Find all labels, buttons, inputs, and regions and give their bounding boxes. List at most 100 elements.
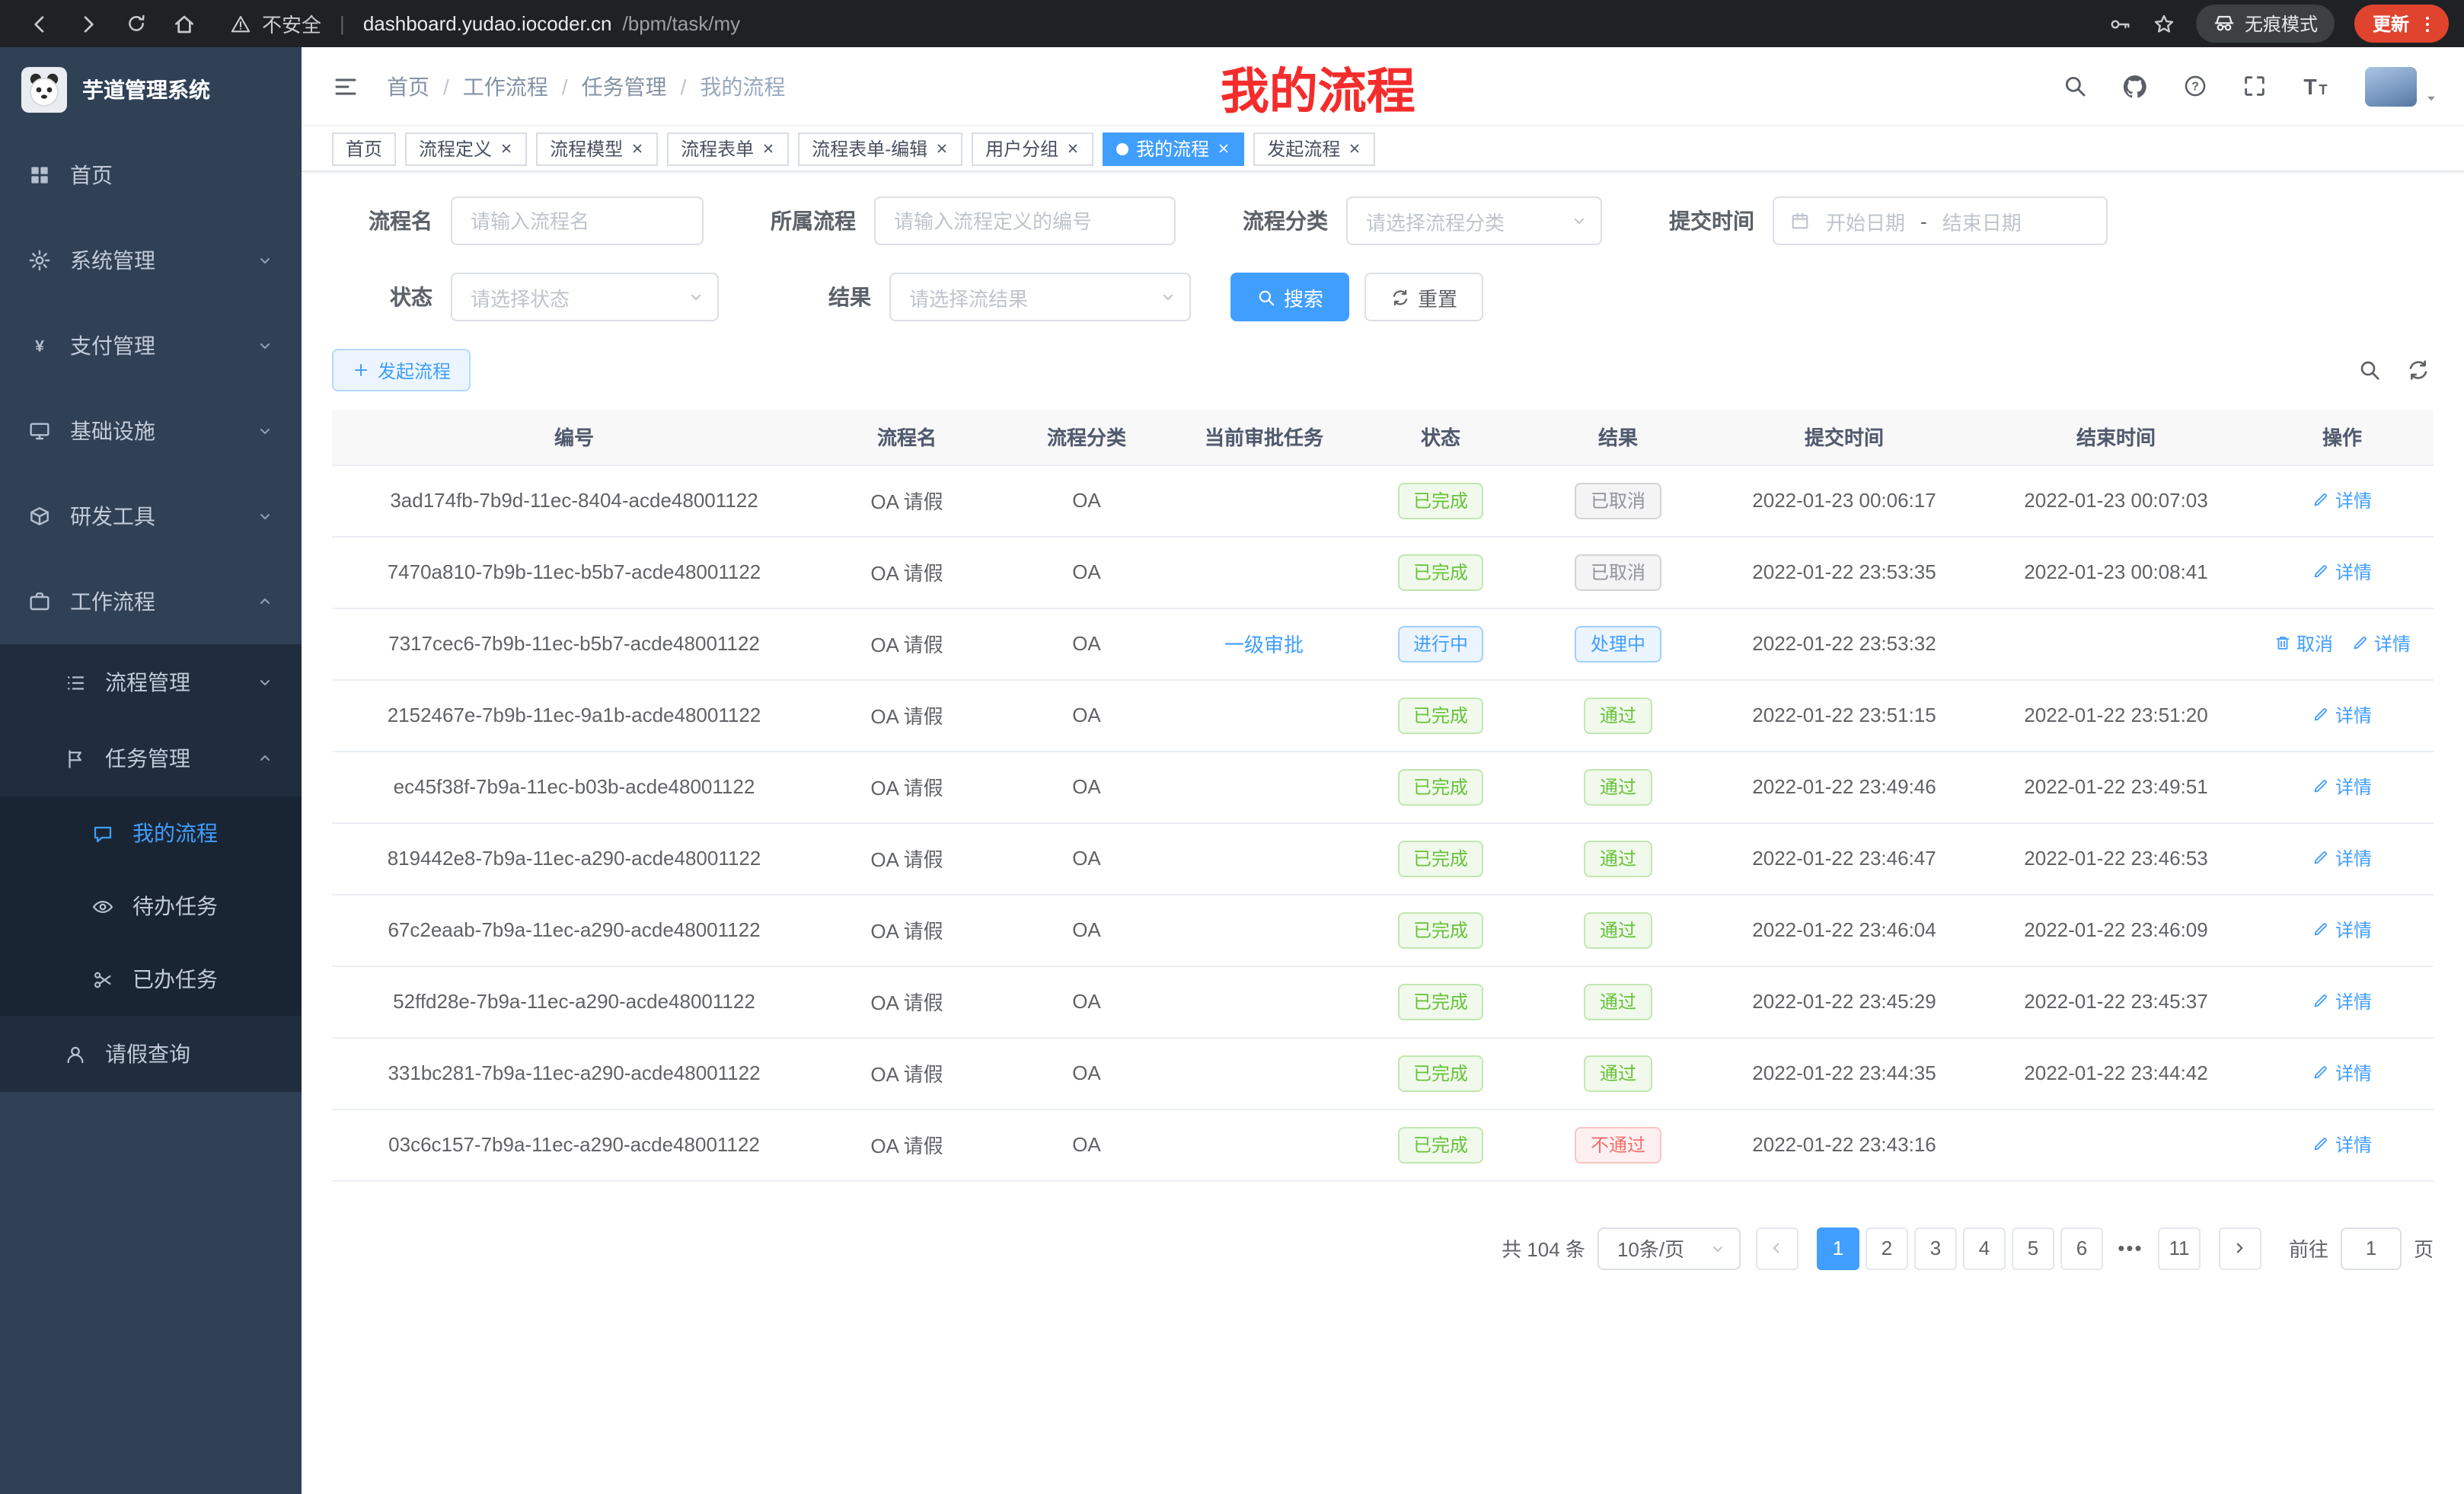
collapse-sidebar-button[interactable] [326,66,365,106]
status-badge: 进行中 [1398,625,1483,662]
end-time: 2022-01-22 23:45:37 [2024,990,2207,1013]
bookmark-star-button[interactable] [2152,11,2176,36]
detail-action-link[interactable]: 详情 [2312,988,2372,1014]
navbar: 首页/工作流程/任务管理/我的流程 我的流程 [302,47,2464,126]
browser-home-button[interactable] [172,11,196,36]
breadcrumb-item[interactable]: 首页 [387,71,429,101]
category-select[interactable]: 请选择流程分类 [1346,196,1602,245]
pen-icon [2312,921,2331,939]
process-definition-input[interactable] [874,196,1176,245]
tags-view-item[interactable]: 首页 [332,132,396,165]
process-id: 03c6c157-7b9a-11ec-a290-acde48001122 [388,1133,760,1156]
submit-time-range-picker[interactable]: 开始日期 - 结束日期 [1773,196,2108,245]
end-time: 2022-01-22 23:44:42 [2024,1061,2207,1084]
detail-action-link[interactable]: 详情 [2312,774,2372,800]
tags-view-item[interactable]: 用户分组 [972,132,1093,165]
address-bar[interactable]: 不安全 | dashboard.yudao.iocoder.cn/bpm/tas… [230,9,2086,38]
process-table: 编号流程名流程分类当前审批任务状态结果提交时间结束时间操作 3ad174fb-7… [332,410,2434,1181]
result-select[interactable]: 请选择流结果 [889,273,1191,321]
sidebar-item-done-tasks[interactable]: 已办任务 [0,943,302,1016]
hamburger-icon [332,72,359,100]
chevron-up-icon [256,749,274,768]
font-size-button[interactable] [2292,62,2341,110]
sidebar-item-leave-query[interactable]: 请假查询 [0,1016,302,1092]
filter-form: 流程名 所属流程 流程分类 请选择流程分类 [332,196,2434,321]
refresh-table-button[interactable] [2403,355,2434,385]
fullscreen-button[interactable] [2233,64,2277,108]
breadcrumb-item[interactable]: 工作流程 [463,71,548,101]
sidebar-item-devtools[interactable]: 研发工具 [0,474,302,559]
page-button[interactable]: 6 [2060,1227,2103,1269]
tags-view-item[interactable]: 流程定义 [405,132,527,165]
page-button[interactable]: 2 [1866,1227,1908,1269]
status-badge: 已完成 [1398,911,1483,948]
detail-action-link[interactable]: 详情 [2312,559,2372,585]
pen-icon [2312,1064,2331,1082]
tags-view-item[interactable]: 我的流程 [1103,132,1244,165]
close-icon[interactable] [1066,142,1080,155]
browser-update-menu-button[interactable]: 更新 [2354,5,2449,43]
user-avatar-menu[interactable] [2365,66,2440,106]
current-task-link[interactable]: 一级审批 [1224,634,1304,656]
breadcrumb-item[interactable]: 任务管理 [582,71,667,101]
page-button[interactable]: 1 [1817,1227,1859,1269]
page-button[interactable]: 5 [2012,1227,2054,1269]
breadcrumb-separator: / [562,74,568,98]
detail-action-link[interactable]: 详情 [2312,487,2372,513]
close-icon[interactable] [630,142,644,155]
next-page-button[interactable] [2219,1227,2261,1269]
close-icon[interactable] [1348,142,1361,155]
prev-page-button[interactable] [1756,1227,1799,1269]
detail-action-link[interactable]: 详情 [2312,1132,2372,1157]
reset-button[interactable]: 重置 [1364,273,1483,321]
close-icon[interactable] [1217,142,1230,155]
sidebar-item-my-processes[interactable]: 我的流程 [0,796,302,870]
help-doc-button[interactable] [2173,64,2217,108]
process-category: OA [1072,1133,1101,1156]
sidebar-item-label: 待办任务 [132,891,218,921]
row-actions: 详情 [2251,894,2434,966]
close-icon[interactable] [935,142,949,155]
tab-label: 流程表单-编辑 [812,136,927,161]
detail-action-link[interactable]: 详情 [2351,630,2411,656]
browser-reload-button[interactable] [125,12,148,35]
tags-view-item[interactable]: 流程模型 [536,132,658,165]
sidebar-item-workflow[interactable]: 工作流程 [0,559,302,644]
search-button[interactable]: 搜索 [1230,273,1349,321]
process-category: OA [1072,704,1101,726]
detail-action-link[interactable]: 详情 [2312,917,2372,943]
sidebar-item-task-management[interactable]: 任务管理 [0,720,302,796]
process-name-input[interactable] [451,196,704,245]
detail-action-link[interactable]: 详情 [2312,1060,2372,1086]
sidebar-item-pending-tasks[interactable]: 待办任务 [0,870,302,943]
close-icon[interactable] [500,142,513,155]
toggle-search-button[interactable] [2354,355,2385,385]
end-date-placeholder: 结束日期 [1942,206,2022,235]
process-id: 331bc281-7b9a-11ec-a290-acde48001122 [388,1061,760,1084]
page-size-select[interactable]: 10条/页 [1597,1227,1741,1269]
detail-action-link[interactable]: 详情 [2312,702,2372,728]
cancel-action-link[interactable]: 取消 [2274,630,2333,656]
sidebar-item-label: 请假查询 [105,1039,190,1069]
browser-back-button[interactable] [27,11,52,36]
github-link-button[interactable] [2112,63,2158,109]
page-button[interactable]: 3 [1914,1227,1957,1269]
goto-page-input[interactable] [2341,1227,2402,1269]
status-select[interactable]: 请选择状态 [451,273,719,321]
tags-view-item[interactable]: 发起流程 [1253,132,1375,165]
sidebar-item-home[interactable]: 首页 [0,132,302,218]
password-key-button[interactable] [2108,11,2132,36]
sidebar-item-system[interactable]: 系统管理 [0,218,302,303]
sidebar-item-payment[interactable]: 支付管理 [0,303,302,388]
detail-action-link[interactable]: 详情 [2312,845,2372,871]
page-button[interactable]: 4 [1963,1227,2006,1269]
close-icon[interactable] [761,142,775,155]
tags-view-item[interactable]: 流程表单-编辑 [798,132,962,165]
tags-view-item[interactable]: 流程表单 [667,132,789,165]
sidebar-item-infrastructure[interactable]: 基础设施 [0,388,302,474]
browser-forward-button[interactable] [76,11,101,36]
create-process-button[interactable]: 发起流程 [332,349,471,391]
header-search-button[interactable] [2053,64,2097,108]
sidebar-item-process-management[interactable]: 流程管理 [0,644,302,720]
page-button[interactable]: 11 [2158,1227,2201,1269]
